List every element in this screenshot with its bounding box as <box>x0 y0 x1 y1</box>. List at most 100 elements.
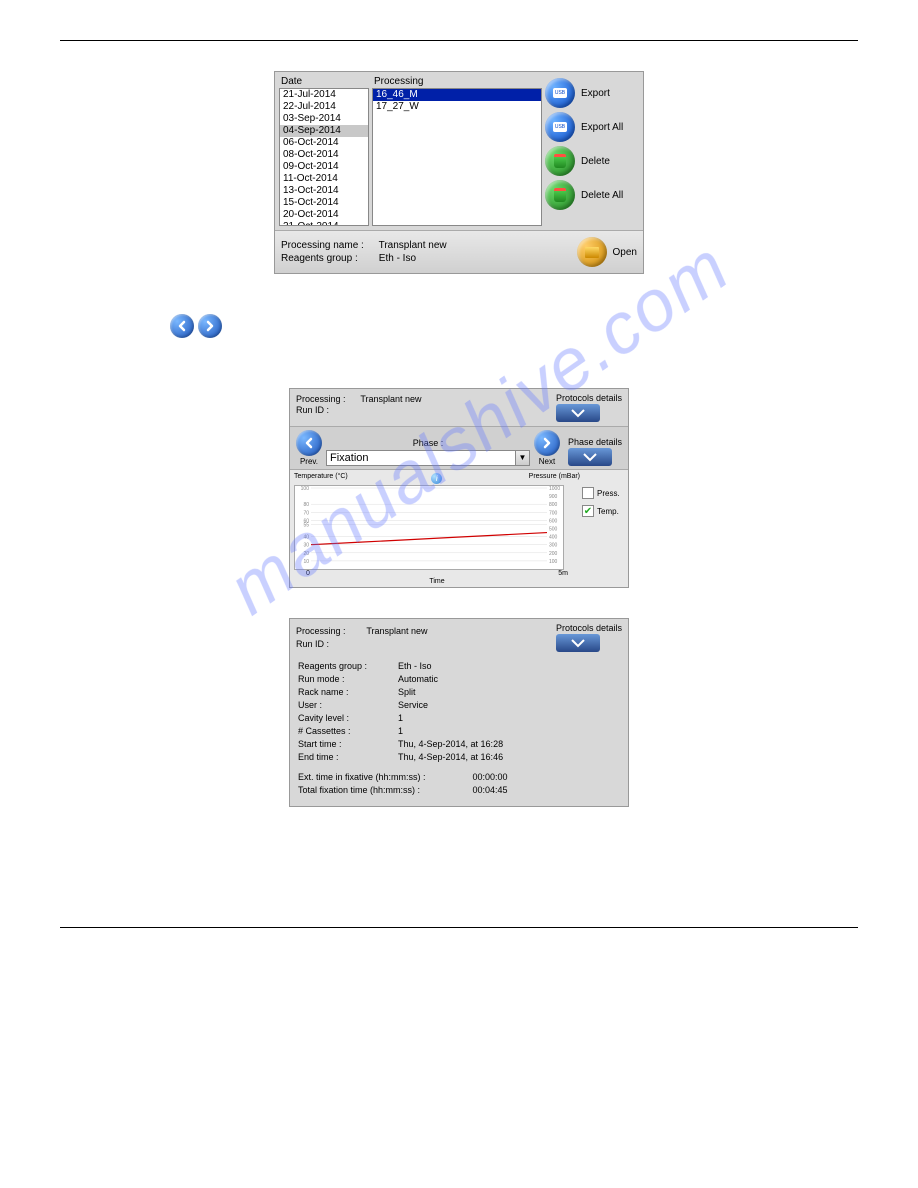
detail-row-label: Rack name : <box>298 687 398 697</box>
svg-text:70: 70 <box>303 510 309 516</box>
svg-text:30: 30 <box>303 543 309 549</box>
x-axis-label: Time <box>294 578 580 585</box>
svg-text:55: 55 <box>303 522 309 528</box>
phase-details-label: Phase details <box>568 437 622 447</box>
date-column-header: Date <box>279 76 369 88</box>
detail-row-value: Automatic <box>398 674 438 684</box>
export-label: Export <box>581 88 610 99</box>
export-all-button[interactable]: USB <box>545 112 575 142</box>
detail-row-value: Split <box>398 687 416 697</box>
phase-prev-button[interactable] <box>296 430 322 456</box>
delete-all-button[interactable] <box>545 180 575 210</box>
date-list-item[interactable]: 21-Jul-2014 <box>280 89 368 101</box>
export-button[interactable]: USB <box>545 78 575 108</box>
date-list-item[interactable]: 09-Oct-2014 <box>280 161 368 173</box>
protocols-details-label: Protocols details <box>556 393 622 403</box>
detail-row-label: # Cassettes : <box>298 726 398 736</box>
x-tick-start: 0 <box>306 570 310 577</box>
total-fix-label: Total fixation time (hh:mm:ss) : <box>298 785 470 795</box>
date-list-item[interactable]: 04-Sep-2014 <box>280 125 368 137</box>
delete-label: Delete <box>581 156 610 167</box>
phase-dropdown-button[interactable]: ▼ <box>516 450 530 466</box>
protocols-details-button[interactable] <box>556 404 600 422</box>
processing-list-item[interactable]: 16_46_M <box>373 89 541 101</box>
svg-text:40: 40 <box>303 535 309 541</box>
phase-chart-panel: Processing : Transplant new Run ID : Pro… <box>289 388 629 588</box>
svg-text:1000: 1000 <box>549 486 560 492</box>
detail-row-label: Cavity level : <box>298 713 398 723</box>
svg-text:500: 500 <box>549 527 558 533</box>
temp-axis-label: Temperature (°C) <box>294 473 348 480</box>
press-legend-label: Press. <box>597 489 620 498</box>
processing-list-item[interactable]: 17_27_W <box>373 101 541 113</box>
detail-row-value: Thu, 4-Sep-2014, at 16:28 <box>398 739 503 749</box>
info-icon[interactable]: i <box>431 473 442 484</box>
usb-icon: USB <box>553 88 567 98</box>
nav-prev-icon[interactable] <box>170 314 194 338</box>
date-list-item[interactable]: 15-Oct-2014 <box>280 197 368 209</box>
detail-row-value: Eth - Iso <box>398 661 432 671</box>
protocols-details-label: Protocols details <box>556 623 622 633</box>
date-list-item[interactable]: 21-Oct-2014 <box>280 221 368 225</box>
nav-next-icon[interactable] <box>198 314 222 338</box>
processing-listbox[interactable]: 16_46_M17_27_W <box>372 88 542 226</box>
open-button[interactable] <box>577 237 607 267</box>
date-list-item[interactable]: 03-Sep-2014 <box>280 113 368 125</box>
svg-text:800: 800 <box>549 502 558 508</box>
processing-label: Processing : <box>296 394 358 404</box>
temp-legend-label: Temp. <box>597 507 619 516</box>
detail-row-label: End time : <box>298 752 398 762</box>
delete-button[interactable] <box>545 146 575 176</box>
export-all-label: Export All <box>581 122 623 133</box>
phase-select-input[interactable] <box>326 450 516 466</box>
detail-row-value: 1 <box>398 726 403 736</box>
date-list-item[interactable]: 13-Oct-2014 <box>280 185 368 197</box>
date-list-item[interactable]: 06-Oct-2014 <box>280 137 368 149</box>
date-list-item[interactable]: 08-Oct-2014 <box>280 149 368 161</box>
folder-icon <box>585 247 599 258</box>
press-checkbox[interactable] <box>582 487 594 499</box>
open-label: Open <box>613 247 637 258</box>
svg-text:600: 600 <box>549 518 558 524</box>
processing-name-value: Transplant new <box>379 240 447 251</box>
svg-text:200: 200 <box>549 551 558 557</box>
trash-icon <box>554 154 566 168</box>
phase-label: Phase : <box>413 438 444 448</box>
phase-next-button[interactable] <box>534 430 560 456</box>
runid-label: Run ID : <box>296 405 358 415</box>
svg-text:700: 700 <box>549 510 558 516</box>
press-axis-label: Pressure (mBar) <box>529 473 580 480</box>
reagents-group-value: Eth - Iso <box>379 253 416 264</box>
svg-text:20: 20 <box>303 551 309 557</box>
date-listbox[interactable]: 21-Jul-201422-Jul-201403-Sep-201404-Sep-… <box>279 88 369 226</box>
total-fix-value: 00:04:45 <box>473 785 508 795</box>
date-list-item[interactable]: 20-Oct-2014 <box>280 209 368 221</box>
temp-checkbox[interactable]: ✔ <box>582 505 594 517</box>
protocols-details-button[interactable] <box>556 634 600 652</box>
processing-value: Transplant new <box>360 394 421 404</box>
svg-text:300: 300 <box>549 543 558 549</box>
svg-text:10: 10 <box>303 559 309 565</box>
date-list-item[interactable]: 22-Jul-2014 <box>280 101 368 113</box>
protocol-details-panel: Processing : Transplant new Run ID : Pro… <box>289 618 629 807</box>
usb-icon: USB <box>553 122 567 132</box>
svg-text:100: 100 <box>549 559 558 565</box>
phase-chart: 1008070605540302010100090080070060050040… <box>294 485 564 570</box>
x-tick-end: 5m <box>558 570 568 577</box>
runid-label: Run ID : <box>296 639 364 649</box>
detail-row-label: Reagents group : <box>298 661 398 671</box>
processing-column-header: Processing <box>372 76 542 88</box>
detail-row-value: Thu, 4-Sep-2014, at 16:46 <box>398 752 503 762</box>
phase-next-label: Next <box>534 457 560 466</box>
phase-details-button[interactable] <box>568 448 612 466</box>
svg-text:900: 900 <box>549 494 558 500</box>
date-list-item[interactable]: 11-Oct-2014 <box>280 173 368 185</box>
detail-row-label: User : <box>298 700 398 710</box>
trash-icon <box>554 188 566 202</box>
phase-prev-label: Prev. <box>296 457 322 466</box>
svg-text:100: 100 <box>301 486 310 492</box>
delete-all-label: Delete All <box>581 190 623 201</box>
processing-name-label: Processing name : <box>281 240 376 251</box>
processing-log-panel: Date 21-Jul-201422-Jul-201403-Sep-201404… <box>274 71 644 274</box>
processing-label: Processing : <box>296 626 364 636</box>
